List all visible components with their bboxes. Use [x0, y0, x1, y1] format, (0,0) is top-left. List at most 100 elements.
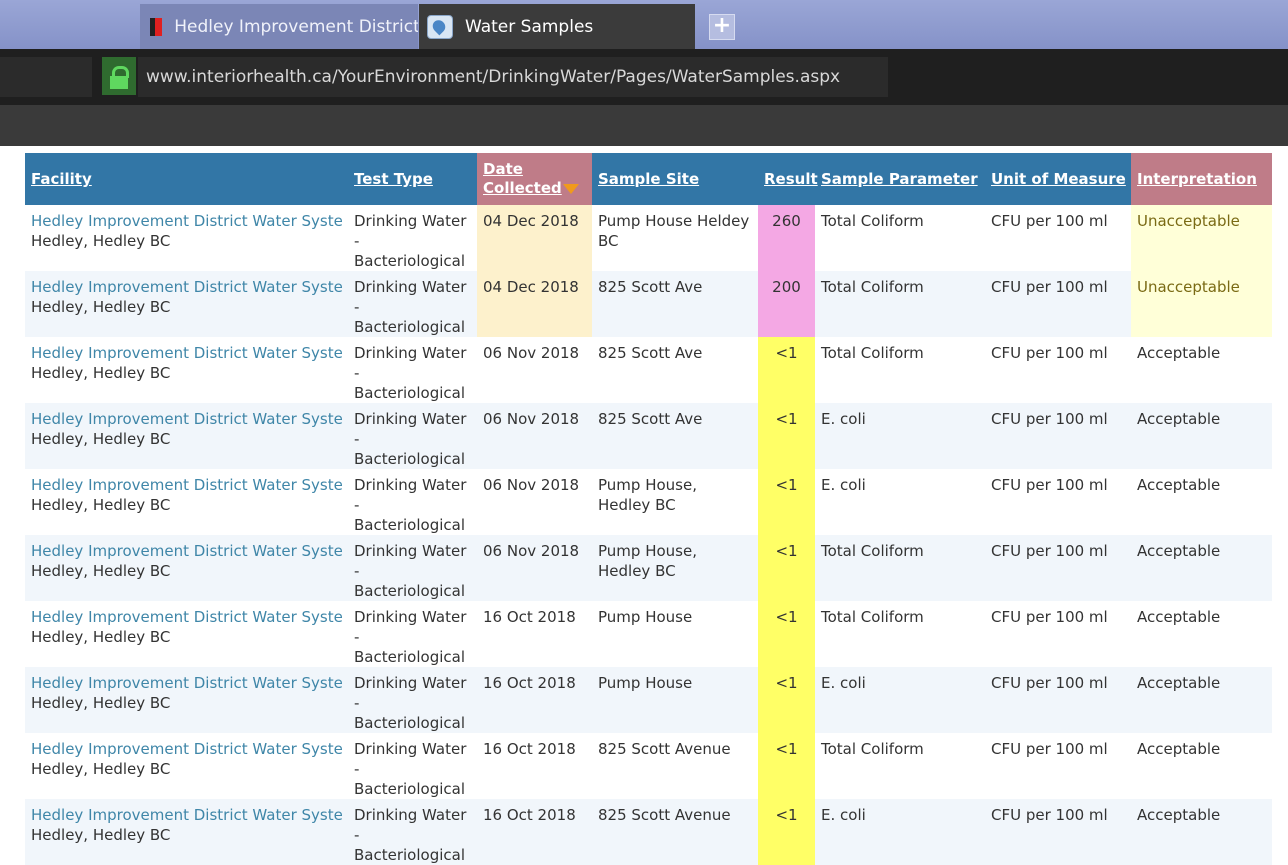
facility-location: Hedley, Hedley BC	[31, 826, 171, 844]
nav-controls[interactable]	[0, 57, 92, 97]
cell-sample-parameter: Total Coliform	[815, 337, 985, 403]
cell-sample-parameter: Total Coliform	[815, 271, 985, 337]
cell-unit-of-measure: CFU per 100 ml	[985, 271, 1131, 337]
table-row: Hedley Improvement District Water System…	[25, 535, 1272, 601]
cell-result: <1	[758, 403, 815, 469]
cell-sample-parameter: Total Coliform	[815, 601, 985, 667]
cell-interpretation: Acceptable	[1131, 403, 1272, 469]
browser-toolbar	[0, 105, 1288, 146]
cell-unit-of-measure: CFU per 100 ml	[985, 601, 1131, 667]
browser-tab-water-samples[interactable]: Water Samples	[419, 4, 695, 49]
cell-facility: Hedley Improvement District Water System…	[25, 205, 348, 271]
cell-sample-site: Pump House, Hedley BC	[592, 469, 758, 535]
cell-sample-site: 825 Scott Avenue	[592, 733, 758, 799]
table-row: Hedley Improvement District Water System…	[25, 601, 1272, 667]
facility-link[interactable]: Hedley Improvement District Water System	[31, 277, 342, 297]
facility-link[interactable]: Hedley Improvement District Water System	[31, 211, 342, 231]
facility-location: Hedley, Hedley BC	[31, 298, 171, 316]
column-header-interpretation[interactable]: Interpretation	[1131, 153, 1272, 205]
facility-link[interactable]: Hedley Improvement District Water System	[31, 541, 342, 561]
cell-result: <1	[758, 469, 815, 535]
cell-sample-parameter: E. coli	[815, 667, 985, 733]
table-row: Hedley Improvement District Water System…	[25, 271, 1272, 337]
cell-unit-of-measure: CFU per 100 ml	[985, 733, 1131, 799]
tab-title: Hedley Improvement District Water System	[174, 16, 418, 37]
table-row: Hedley Improvement District Water System…	[25, 733, 1272, 799]
cell-date-collected: 06 Nov 2018	[477, 469, 592, 535]
cell-test-type: Drinking Water - Bacteriological	[348, 271, 477, 337]
cell-facility: Hedley Improvement District Water System…	[25, 799, 348, 865]
facility-location: Hedley, Hedley BC	[31, 760, 171, 778]
cell-test-type: Drinking Water - Bacteriological	[348, 733, 477, 799]
table-row: Hedley Improvement District Water System…	[25, 799, 1272, 865]
column-header-sample-parameter[interactable]: Sample Parameter	[815, 153, 985, 205]
facility-link[interactable]: Hedley Improvement District Water System	[31, 607, 342, 627]
cell-test-type: Drinking Water - Bacteriological	[348, 535, 477, 601]
column-header-label: Date Collected	[483, 160, 562, 197]
cell-result: <1	[758, 733, 815, 799]
facility-link[interactable]: Hedley Improvement District Water System	[31, 805, 342, 825]
cell-interpretation: Acceptable	[1131, 337, 1272, 403]
cell-facility: Hedley Improvement District Water System…	[25, 469, 348, 535]
facility-link[interactable]: Hedley Improvement District Water System	[31, 343, 342, 363]
cell-date-collected: 16 Oct 2018	[477, 799, 592, 865]
cell-sample-site: Pump House	[592, 667, 758, 733]
cell-sample-site: 825 Scott Ave	[592, 337, 758, 403]
cell-interpretation: Acceptable	[1131, 469, 1272, 535]
cell-interpretation: Unacceptable	[1131, 271, 1272, 337]
column-header-facility[interactable]: Facility	[25, 153, 348, 205]
cell-facility: Hedley Improvement District Water System…	[25, 271, 348, 337]
cell-date-collected: 04 Dec 2018	[477, 271, 592, 337]
facility-link[interactable]: Hedley Improvement District Water System	[31, 673, 342, 693]
cell-date-collected: 16 Oct 2018	[477, 733, 592, 799]
url-field[interactable]: www.interiorhealth.ca/YourEnvironment/Dr…	[138, 57, 888, 97]
cell-test-type: Drinking Water - Bacteriological	[348, 667, 477, 733]
facility-link[interactable]: Hedley Improvement District Water System	[31, 739, 342, 759]
cell-result: <1	[758, 667, 815, 733]
facility-location: Hedley, Hedley BC	[31, 628, 171, 646]
cell-date-collected: 06 Nov 2018	[477, 403, 592, 469]
column-header-test-type[interactable]: Test Type	[348, 153, 477, 205]
facility-location: Hedley, Hedley BC	[31, 430, 171, 448]
facility-link[interactable]: Hedley Improvement District Water System	[31, 409, 342, 429]
sort-descending-icon	[562, 183, 579, 194]
facility-location: Hedley, Hedley BC	[31, 496, 171, 514]
cell-sample-site: Pump House Heldey BC	[592, 205, 758, 271]
cell-sample-parameter: E. coli	[815, 403, 985, 469]
cell-facility: Hedley Improvement District Water System…	[25, 535, 348, 601]
cell-facility: Hedley Improvement District Water System…	[25, 601, 348, 667]
water-samples-table: Facility Test Type Date Collected Sample…	[25, 153, 1272, 865]
cell-facility: Hedley Improvement District Water System…	[25, 403, 348, 469]
table-row: Hedley Improvement District Water System…	[25, 667, 1272, 733]
cell-result: <1	[758, 601, 815, 667]
cell-test-type: Drinking Water - Bacteriological	[348, 337, 477, 403]
cell-test-type: Drinking Water - Bacteriological	[348, 403, 477, 469]
cell-result: 200	[758, 271, 815, 337]
cell-facility: Hedley Improvement District Water System…	[25, 733, 348, 799]
cell-facility: Hedley Improvement District Water System…	[25, 337, 348, 403]
cell-interpretation: Acceptable	[1131, 667, 1272, 733]
table-row: Hedley Improvement District Water System…	[25, 337, 1272, 403]
new-tab-button[interactable]: +	[709, 14, 735, 40]
cell-sample-parameter: E. coli	[815, 469, 985, 535]
facility-link[interactable]: Hedley Improvement District Water System	[31, 475, 342, 495]
browser-tab-bar: Hedley Improvement District Water System…	[0, 0, 1288, 49]
column-header-date-collected[interactable]: Date Collected	[477, 153, 592, 205]
cell-sample-site: Pump House	[592, 601, 758, 667]
cell-date-collected: 16 Oct 2018	[477, 667, 592, 733]
cell-test-type: Drinking Water - Bacteriological	[348, 205, 477, 271]
cell-date-collected: 06 Nov 2018	[477, 535, 592, 601]
cell-interpretation: Acceptable	[1131, 799, 1272, 865]
tab-title: Water Samples	[465, 16, 594, 37]
lock-icon[interactable]	[102, 57, 136, 95]
cell-unit-of-measure: CFU per 100 ml	[985, 337, 1131, 403]
table-header-row: Facility Test Type Date Collected Sample…	[25, 153, 1272, 205]
column-header-unit-of-measure[interactable]: Unit of Measure	[985, 153, 1131, 205]
cell-date-collected: 04 Dec 2018	[477, 205, 592, 271]
cell-unit-of-measure: CFU per 100 ml	[985, 799, 1131, 865]
cell-result: 260	[758, 205, 815, 271]
column-header-result[interactable]: Result	[758, 153, 818, 205]
column-header-sample-site[interactable]: Sample Site	[592, 153, 758, 205]
cell-result: <1	[758, 799, 815, 865]
browser-tab-hedley[interactable]: Hedley Improvement District Water System	[140, 4, 418, 49]
